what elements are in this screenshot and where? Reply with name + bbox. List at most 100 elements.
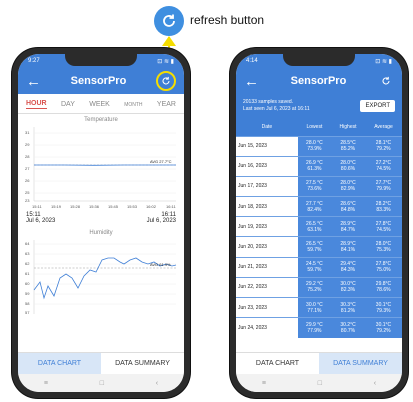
highest-cell: 28.6°C 84.8% — [331, 196, 365, 217]
highest-cell: 28.5°C 85.2% — [331, 135, 365, 157]
average-cell: 27.8°C 74.5% — [364, 216, 402, 237]
highest-cell: 28.0°C 82.9% — [331, 175, 365, 197]
humidity-value: 79.2% — [376, 146, 391, 153]
humidity-value: 59.7% — [307, 247, 322, 254]
tab-month[interactable]: MONTH — [124, 102, 142, 108]
average-cell: 27.7°C 79.9% — [364, 175, 402, 197]
table-row: Jun 18, 2023 27.7 °C 82.4% 28.6°C 84.8% 28.2°… — [236, 196, 402, 217]
row-date: Jun 17, 2023 — [238, 183, 267, 190]
highest-cell: 30.0°C 82.3% — [331, 276, 365, 298]
back-icon[interactable]: ‹ — [374, 380, 376, 387]
phone-summary-view: 4:14 ⊡ ≋ ▮ ← SensorPro 20133 samples sav… — [230, 48, 408, 398]
temp-y-tick: 26 — [25, 178, 30, 183]
temp-x-tick: 16:02 — [146, 204, 157, 209]
humidity-value: 75.0% — [376, 267, 391, 274]
humidity-value: 82.3% — [340, 287, 356, 294]
table-row: Jun 15, 2023 28.0 °C 73.9% 28.5°C 85.2% 28.1°… — [236, 135, 402, 157]
humidity-value: 80.7% — [340, 328, 356, 335]
date: Jun 22, 2023 — [236, 276, 298, 298]
app-title: SensorPro — [70, 75, 127, 87]
tab-year[interactable]: YEAR — [157, 101, 176, 108]
table-row: Jun 16, 2023 26.9 °C 61.3% 28.0°C 80.6% 27.2°… — [236, 155, 402, 177]
date-range: 15:11 Jul 6, 2023 16:11 Jul 6, 2023 — [18, 212, 184, 224]
average-cell: 30.1°C 79.2% — [364, 317, 402, 338]
hum-y-tick: 58 — [25, 301, 30, 306]
lowest-cell: 28.0 °C 73.9% — [297, 135, 332, 157]
temp-x-tick: 15:19 — [51, 204, 62, 209]
refresh-callout-icon — [154, 6, 184, 36]
lowest-cell: 29.2 °C 75.2% — [297, 276, 332, 298]
status-time: 4:14 — [246, 58, 258, 64]
row-date: Jun 22, 2023 — [238, 284, 267, 291]
row-date: Jun 15, 2023 — [238, 143, 267, 150]
tab-hour[interactable]: HOUR — [26, 100, 47, 109]
temp-y-tick: 23 — [25, 198, 30, 203]
row-date: Jun 16, 2023 — [238, 163, 267, 170]
table-row: Jun 20, 2023 26.5 °C 59.7% 28.9°C 84.1% 28.0°… — [236, 236, 402, 258]
refresh-icon — [162, 76, 170, 85]
average-cell: 28.1°C 79.2% — [364, 135, 402, 157]
home-icon[interactable]: □ — [100, 380, 104, 387]
bottom-tabs: DATA CHART DATA SUMMARY — [18, 352, 184, 374]
data-chart-tab[interactable]: DATA CHART — [236, 353, 319, 374]
refresh-button[interactable] — [155, 71, 176, 91]
row-date: Jun 19, 2023 — [238, 223, 267, 230]
status-icons: ⊡ ≋ ▮ — [375, 58, 392, 65]
temp-x-tick: 15:53 — [127, 204, 138, 209]
end-date: Jul 6, 2023 — [146, 218, 176, 224]
home-icon[interactable]: □ — [318, 380, 322, 387]
hum-y-tick: 63 — [25, 251, 30, 256]
back-arrow-icon[interactable]: ← — [244, 74, 259, 89]
col-date: Date — [236, 118, 298, 136]
bottom-tabs: DATA CHART DATA SUMMARY — [236, 352, 402, 374]
summary-info: 20133 samples saved. Last seen Jul 6, 20… — [243, 99, 310, 113]
temperature-chart: 31 29 28 27 26 25 23 15:11 15:19 15:28 1… — [24, 125, 178, 211]
data-chart-tab[interactable]: DATA CHART — [18, 353, 101, 374]
date: Jun 24, 2023 — [236, 317, 298, 338]
hum-y-tick: 57 — [25, 310, 30, 314]
last-seen: Last seen Jul 6, 2023 at 16:11 — [243, 106, 310, 112]
temp-avg-label: AVG 27.7°C — [150, 159, 172, 164]
humidity-value: 82.4% — [307, 206, 322, 213]
humidity-value: 82.9% — [340, 186, 356, 193]
highest-cell: 28.0°C 80.6% — [331, 155, 365, 177]
summary-header: 20133 samples saved. Last seen Jul 6, 20… — [236, 94, 402, 118]
humidity-value: 74.5% — [376, 166, 391, 173]
date: Jun 20, 2023 — [236, 236, 298, 258]
hum-y-tick: 60 — [25, 281, 30, 286]
temp-x-tick: 15:36 — [89, 204, 100, 209]
humidity-value: 84.1% — [340, 247, 356, 254]
app-bar: ← SensorPro — [18, 68, 184, 94]
temp-y-tick: 29 — [25, 142, 30, 147]
humidity-value: 75.3% — [376, 247, 391, 254]
table-row: Jun 22, 2023 29.2 °C 75.2% 30.0°C 82.3% 29.8°… — [236, 276, 402, 298]
phone-chart-view: 9:27 ⊡ ≋ ▮ ← SensorPro HOUR DAY WEEK MON… — [12, 48, 190, 398]
back-arrow-icon[interactable]: ← — [26, 74, 41, 89]
menu-icon[interactable]: ≡ — [262, 380, 266, 387]
time-range-tabs: HOUR DAY WEEK MONTH YEAR — [18, 94, 184, 114]
humidity-chart: 64 63 62 61 60 59 58 57 AVG 61.9% — [24, 238, 178, 314]
status-time: 9:27 — [28, 58, 40, 64]
data-summary-tab[interactable]: DATA SUMMARY — [101, 353, 184, 374]
hum-y-tick: 62 — [25, 261, 30, 266]
menu-icon[interactable]: ≡ — [44, 380, 48, 387]
back-icon[interactable]: ‹ — [156, 380, 158, 387]
export-button[interactable]: EXPORT — [360, 100, 395, 112]
lowest-cell: 30.0 °C 77.1% — [297, 296, 332, 318]
table-row: Jun 19, 2023 26.5 °C 63.1% 28.9°C 84.7% 27.8°… — [236, 216, 402, 237]
temperature-title: Temperature — [84, 117, 118, 123]
row-date: Jun 20, 2023 — [238, 244, 267, 251]
tab-week[interactable]: WEEK — [89, 101, 110, 108]
col-average: Average — [364, 118, 402, 136]
humidity-value: 79.3% — [376, 307, 391, 314]
hum-y-tick: 61 — [25, 271, 30, 276]
lowest-cell: 29.9 °C 77.9% — [297, 317, 332, 338]
refresh-button[interactable] — [378, 73, 394, 89]
callout-label: refresh button — [190, 13, 265, 27]
average-cell: 28.0°C 75.3% — [364, 236, 402, 258]
data-summary-tab[interactable]: DATA SUMMARY — [319, 353, 402, 374]
tab-day[interactable]: DAY — [61, 101, 75, 108]
humidity-title: Humidity — [89, 230, 113, 236]
humidity-value: 74.5% — [376, 226, 391, 233]
lowest-cell: 27.7 °C 82.4% — [297, 196, 332, 217]
